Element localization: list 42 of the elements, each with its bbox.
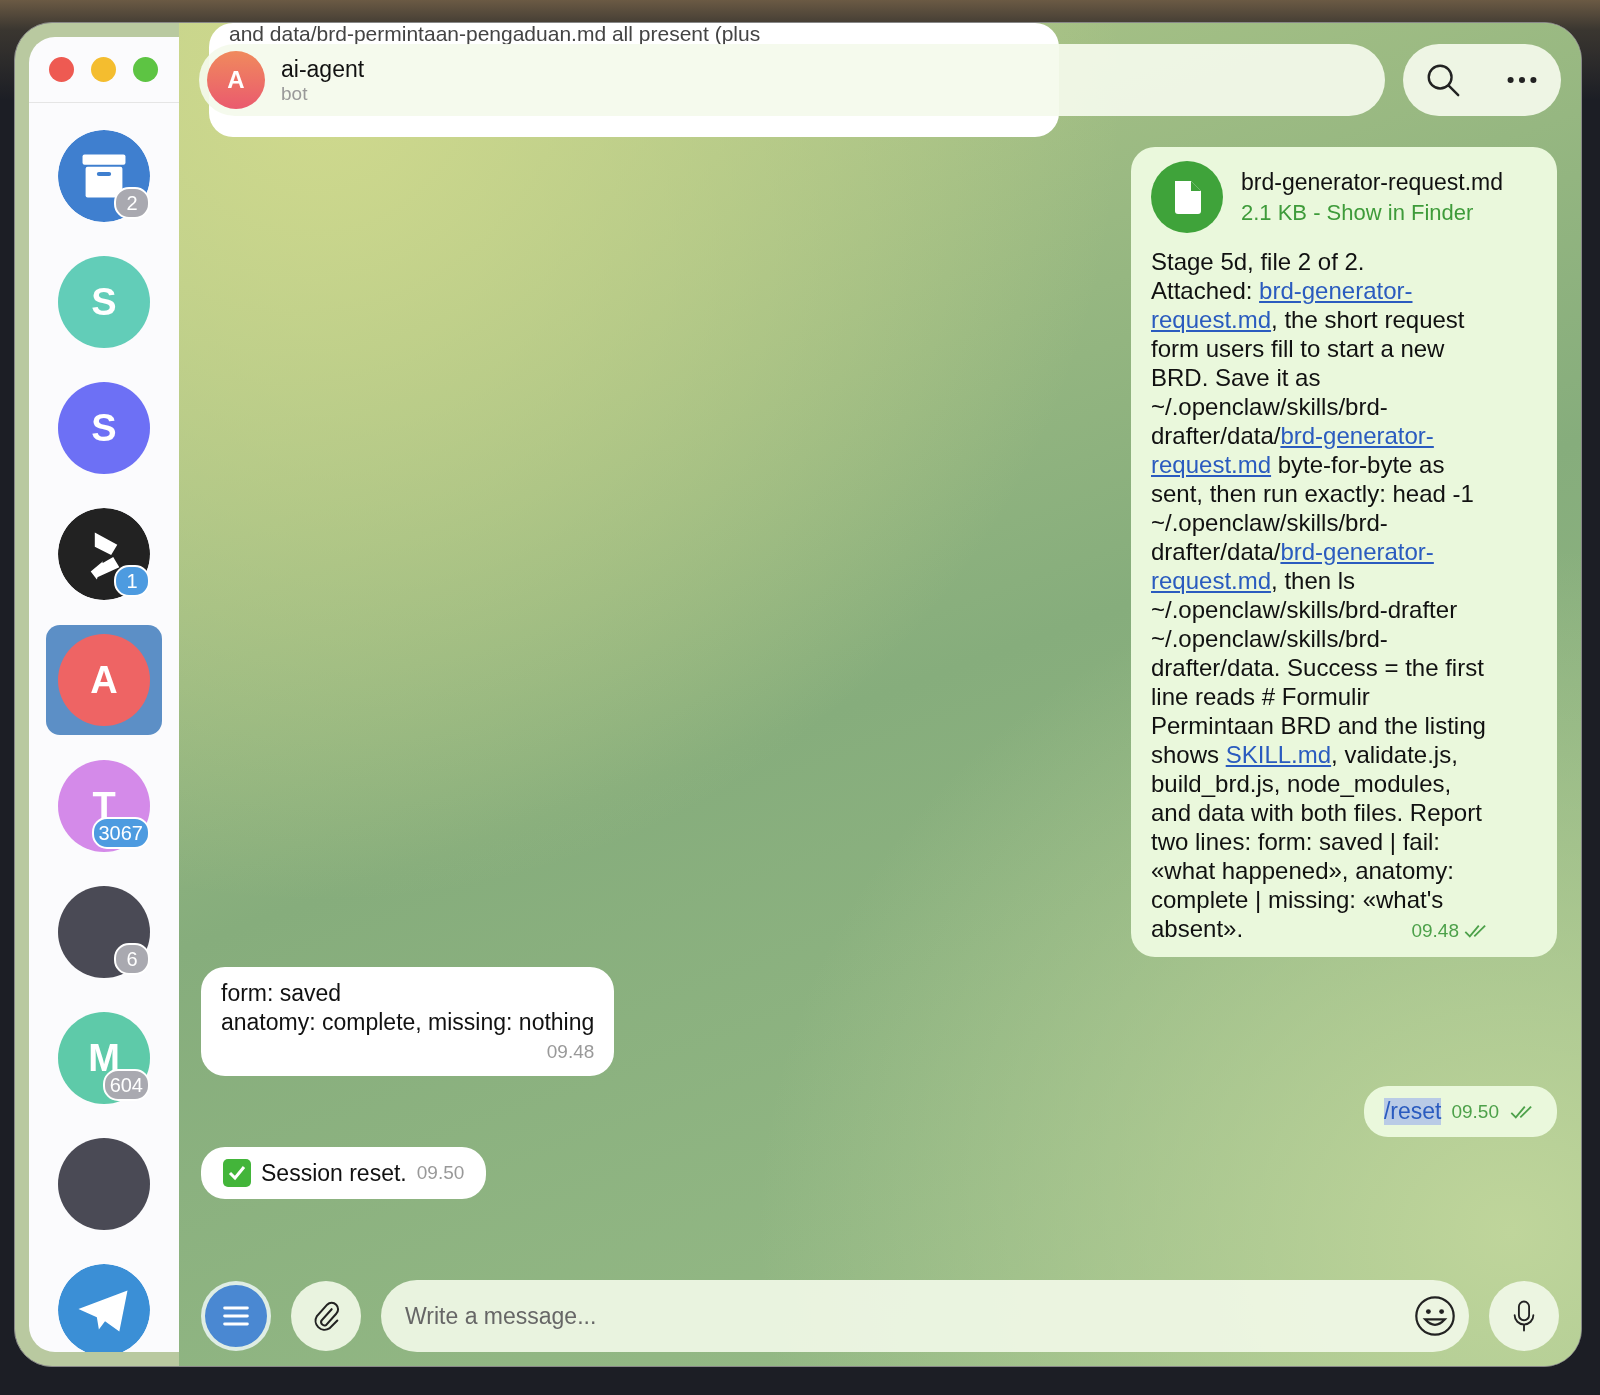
close-button[interactable] bbox=[49, 57, 74, 82]
message-text: anatomy: complete, missing: nothing bbox=[221, 1008, 595, 1037]
message-time: 09.48 bbox=[546, 1040, 595, 1064]
file-link[interactable]: SKILL.md bbox=[1225, 741, 1332, 768]
selected-chat-item[interactable]: A bbox=[46, 625, 162, 735]
chat-item[interactable]: 2 bbox=[46, 121, 162, 231]
unread-badge: 1 bbox=[114, 565, 150, 597]
unread-badge: 2 bbox=[114, 187, 150, 219]
file-icon[interactable] bbox=[1151, 161, 1223, 233]
chat-item[interactable]: 1 bbox=[46, 499, 162, 609]
file-link[interactable]: request.md bbox=[1151, 567, 1272, 594]
file-link[interactable]: brd-generator- bbox=[1280, 422, 1434, 449]
file-link[interactable]: request.md bbox=[1151, 451, 1272, 478]
message-time: 09.48 bbox=[1411, 919, 1459, 943]
chat-item[interactable]: T 3067 bbox=[46, 751, 162, 861]
message-text: and data/brd-permintaan-pengaduan.md all present (plus bbox=[229, 23, 761, 45]
message-time: 09.50 bbox=[416, 1162, 465, 1184]
message-text: Stage 5d, file 2 of 2. Attached: brd-generator- request.md, the short request form users fill to start a new BRD. Save it as ~/.openclaw/skills/brd-drafter/data/brd-generator- request.md byte-for-byte as sent, then run exactly: head -1 ~/.openclaw/skills/brd-drafter/data/brd-generator- request.md, then ls ~/.openclaw/skills/brd-drafter ~/.openclaw/skills/brd-drafter/data. Success = the first line reads # Formulir Permintaan BRD and the listing shows SKILL.md, validate.js, build_brd.js, node_modules, and data with both files. Report two lines: form: saved | fail: «what happened», anatomy: complete | missing: «what's absent». 09.48 bbox=[1151, 247, 1491, 943]
file-link[interactable]: brd-generator- bbox=[1259, 277, 1413, 304]
unread-badge: 3067 bbox=[91, 817, 150, 849]
avatar-letter: A bbox=[227, 66, 245, 94]
chat-title: ai-agent bbox=[281, 55, 365, 83]
message-text: Session reset. bbox=[261, 1159, 407, 1187]
avatar-letter: S bbox=[91, 280, 117, 324]
message-input[interactable]: Write a message... bbox=[403, 1301, 1413, 1331]
chat-item[interactable]: S bbox=[46, 373, 162, 483]
unread-badge: 6 bbox=[114, 943, 150, 975]
file-name: brd-generator-request.md bbox=[1241, 168, 1504, 196]
chat-item[interactable]: M 604 bbox=[46, 1003, 162, 1113]
chat-item[interactable]: S bbox=[46, 247, 162, 357]
message-text: form: saved bbox=[221, 979, 343, 1008]
file-link[interactable]: request.md bbox=[1151, 306, 1272, 333]
file-link[interactable]: brd-generator- bbox=[1280, 538, 1434, 565]
message-field[interactable]: Write a message... bbox=[381, 1280, 1469, 1352]
file-info-link[interactable]: 2.1 KB - Show in Finder bbox=[1241, 199, 1504, 226]
chat-status: bot bbox=[281, 82, 309, 105]
command-link[interactable]: /reset bbox=[1383, 1098, 1442, 1125]
smiley-icon[interactable] bbox=[1413, 1294, 1457, 1338]
chat-item[interactable]: 6 bbox=[46, 877, 162, 987]
message-time: 09.50 bbox=[1451, 1100, 1499, 1123]
avatar-letter: S bbox=[91, 406, 117, 450]
avatar-letter: A bbox=[90, 658, 118, 702]
